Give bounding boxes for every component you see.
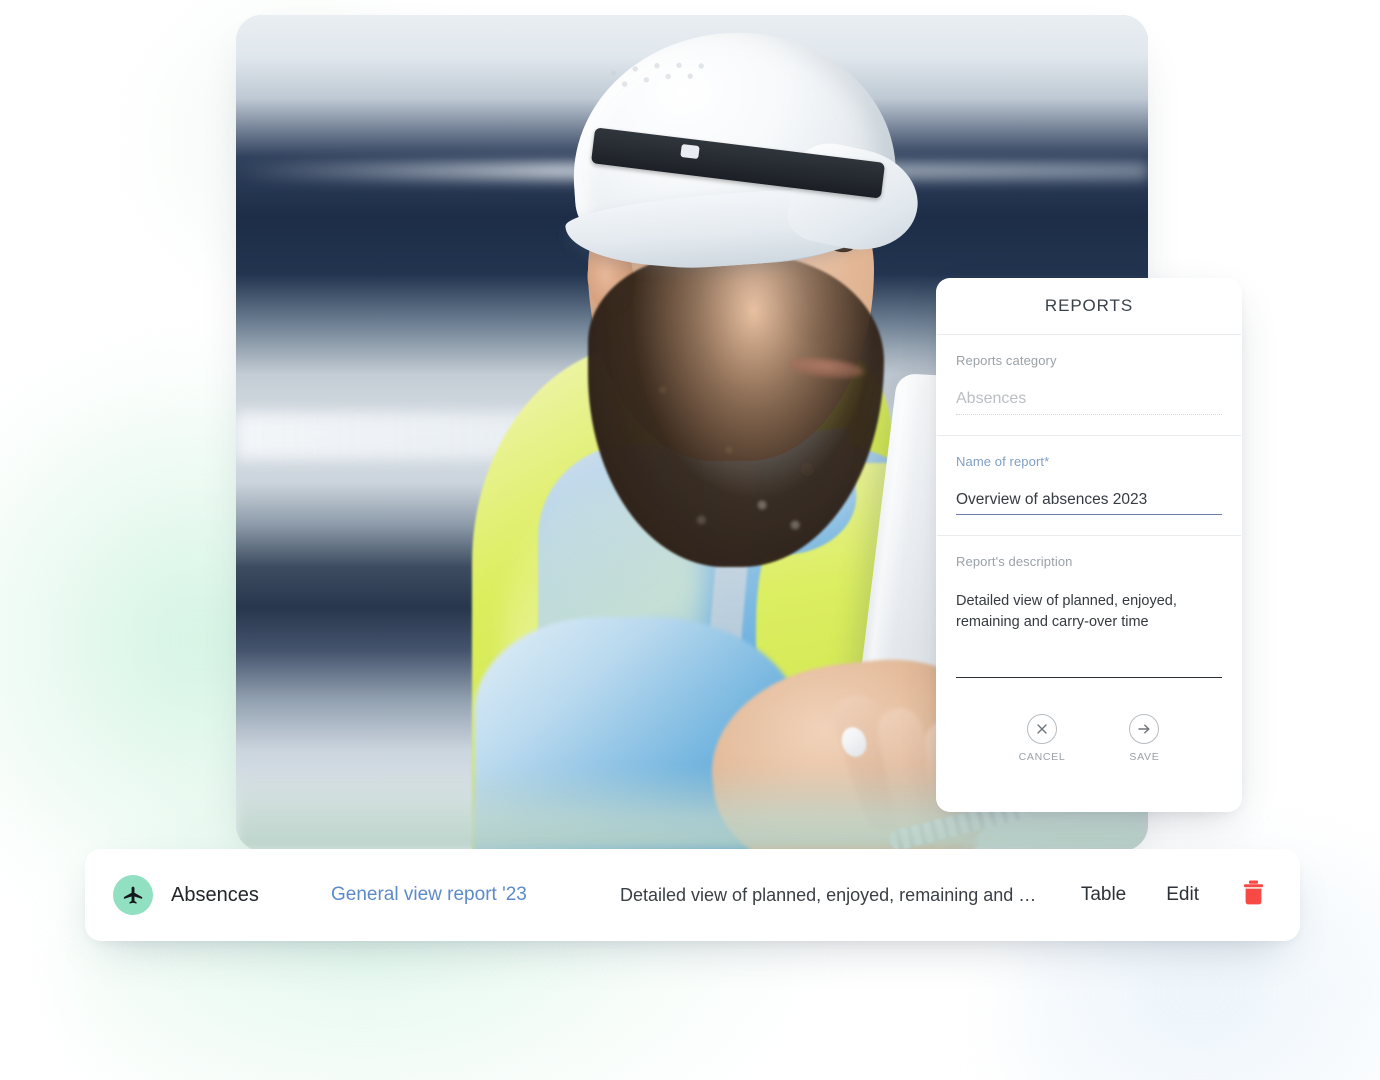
trash-icon [1241, 879, 1266, 911]
save-button[interactable]: SAVE [1129, 714, 1160, 763]
field-reports-category: Reports category Absences [936, 335, 1242, 435]
report-description-text: Detailed view of planned, enjoyed, remai… [620, 884, 1041, 905]
reports-card-title: REPORTS [1044, 296, 1134, 315]
airplane-icon [113, 875, 153, 915]
reports-card-actions: CANCEL SAVE [936, 698, 1242, 781]
report-name-link[interactable]: General view report '23 [331, 884, 583, 906]
edit-button[interactable]: Edit [1166, 884, 1199, 906]
reports-category-select[interactable]: Absences [956, 390, 1222, 415]
save-button-label: SAVE [1129, 751, 1160, 763]
description-underline [956, 677, 1222, 678]
arrow-right-icon [1129, 714, 1160, 744]
field-name-of-report: Name of report* Overview of absences 202… [936, 436, 1242, 535]
reports-form-card: REPORTS Reports category Absences Name o… [936, 278, 1242, 812]
name-of-report-label: Name of report* [956, 454, 1050, 469]
report-row: Absences General view report '23 Detaile… [85, 849, 1300, 941]
page-root: REPORTS Reports category Absences Name o… [0, 0, 1380, 1080]
name-of-report-input[interactable]: Overview of absences 2023 [956, 491, 1222, 515]
reports-category-label: Reports category [956, 353, 1057, 368]
report-category-label: Absences [171, 883, 259, 906]
report-category: Absences [113, 875, 331, 915]
report-description-label: Report's description [956, 554, 1073, 569]
report-description-input[interactable]: Detailed view of planned, enjoyed, remai… [956, 591, 1222, 653]
field-report-description: Report's description Detailed view of pl… [936, 536, 1242, 698]
close-icon [1026, 714, 1057, 744]
cancel-button[interactable]: CANCEL [1019, 714, 1066, 763]
delete-button[interactable] [1241, 879, 1266, 911]
table-button[interactable]: Table [1081, 884, 1126, 906]
cancel-button-label: CANCEL [1018, 751, 1066, 763]
